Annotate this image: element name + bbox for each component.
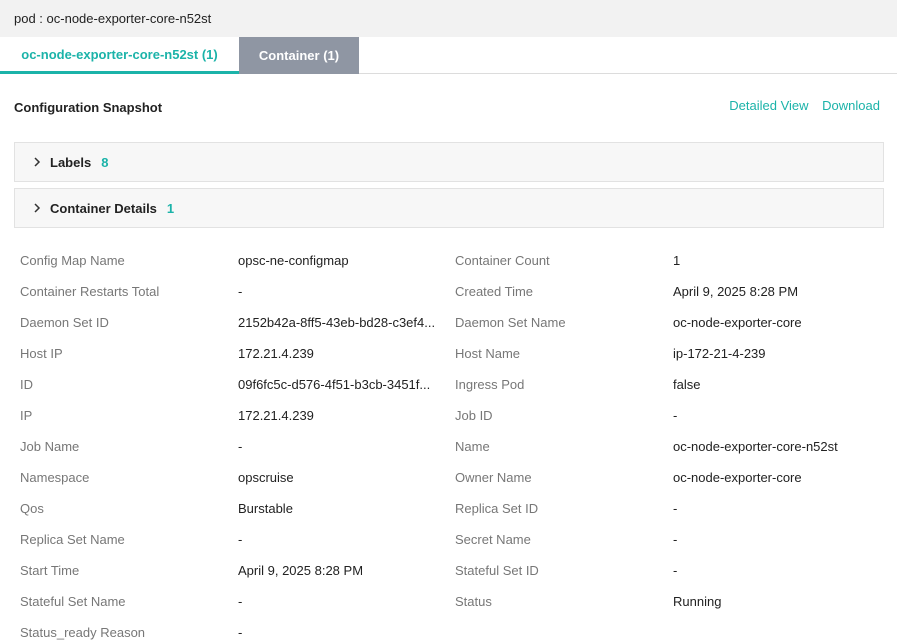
- property-key: ID: [20, 377, 33, 392]
- property-row: Start Time April 9, 2025 8:28 PM Stateful …: [20, 555, 890, 586]
- property-key: Replica Set Name: [20, 532, 125, 547]
- property-key: Host Name: [455, 346, 521, 361]
- property-value: opscruise: [238, 470, 294, 485]
- property-row: Container Restarts Total - Created Time Apr…: [20, 276, 890, 307]
- property-row: IP 172.21.4.239 Job ID -: [20, 400, 890, 431]
- property-value: -: [238, 594, 243, 609]
- property-value: opsc-ne-configmap: [238, 253, 349, 268]
- container-details-section-header[interactable]: Container Details 1: [14, 188, 884, 228]
- tab-bar: oc-node-exporter-core-n52st (1) Containe…: [0, 37, 897, 74]
- property-value: April 9, 2025 8:28 PM: [673, 284, 799, 299]
- property-value: 172.21.4.239: [238, 408, 314, 423]
- property-key: Ingress Pod: [455, 377, 525, 392]
- labels-count-badge: 8: [101, 154, 109, 170]
- property-value: 2152b42a-8ff5-43eb-bd28-c3ef4...: [238, 315, 436, 330]
- chevron-right-icon: [32, 203, 42, 213]
- property-row: Status_ready Reason -: [20, 617, 890, 643]
- property-value: Running: [673, 594, 722, 609]
- property-value: -: [238, 532, 243, 547]
- container-details-count-badge: 1: [166, 200, 175, 216]
- property-key: Created Time: [455, 284, 534, 299]
- property-value: -: [673, 563, 678, 578]
- property-key: Config Map Name: [20, 253, 125, 268]
- property-key: IP: [20, 408, 33, 423]
- property-value: 09f6fc5c-d576-4f51-b3cb-3451f...: [238, 377, 431, 392]
- property-value: Burstable: [238, 501, 293, 516]
- property-row: ID 09f6fc5c-d576-4f51-b3cb-3451f... Ingres…: [20, 369, 890, 400]
- property-value: -: [238, 284, 243, 299]
- property-value: April 9, 2025 8:28 PM: [238, 563, 364, 578]
- property-key: Start Time: [20, 563, 80, 578]
- property-value: oc-node-exporter-core: [673, 470, 802, 485]
- property-value: -: [673, 408, 678, 423]
- property-row: Config Map Name opsc-ne-configmap Containe…: [20, 245, 890, 276]
- property-row: Host IP 172.21.4.239 Host Name ip-172-21-4-…: [20, 338, 890, 369]
- tab-pod[interactable]: oc-node-exporter-core-n52st (1): [0, 37, 239, 74]
- property-value: -: [238, 439, 243, 454]
- property-value: false: [673, 377, 701, 392]
- labels-section-header[interactable]: Labels 8: [14, 142, 884, 182]
- chevron-right-icon: [32, 157, 42, 167]
- property-key: Status: [455, 594, 492, 609]
- property-key: Job Name: [20, 439, 80, 454]
- property-row: Qos Burstable Replica Set ID -: [20, 493, 890, 524]
- property-row: Replica Set Name - Secret Name -: [20, 524, 890, 555]
- property-value: ip-172-21-4-239: [673, 346, 766, 361]
- property-key: Owner Name: [455, 470, 532, 485]
- labels-section-label: Labels: [50, 154, 92, 170]
- property-grid: Config Map Name opsc-ne-configmap Containe…: [20, 245, 890, 643]
- page-title: pod : oc-node-exporter-core-n52st: [14, 11, 212, 26]
- detailed-view-link[interactable]: Detailed View: [729, 98, 808, 113]
- configuration-snapshot-title: Configuration Snapshot: [14, 100, 163, 115]
- property-row: Job Name - Name oc-node-exporter-core-n52st: [20, 431, 890, 462]
- property-key: Name: [455, 439, 490, 454]
- property-value: 172.21.4.239: [238, 346, 314, 361]
- property-key: Container Count: [455, 253, 550, 268]
- property-key: Namespace: [20, 470, 90, 485]
- property-row: Stateful Set Name - Status Running: [20, 586, 890, 617]
- property-value: -: [673, 532, 678, 547]
- property-key: Container Restarts Total: [20, 284, 160, 299]
- property-key: Host IP: [20, 346, 63, 361]
- download-link[interactable]: Download: [822, 98, 880, 113]
- property-key: Replica Set ID: [455, 501, 539, 516]
- property-value: 1: [673, 253, 681, 268]
- tab-container[interactable]: Container (1): [239, 37, 359, 74]
- property-key: Daemon Set ID: [20, 315, 109, 330]
- property-value: oc-node-exporter-core-n52st: [673, 439, 838, 454]
- property-key: Qos: [20, 501, 44, 516]
- property-value: -: [238, 625, 243, 640]
- property-key: Job ID: [455, 408, 493, 423]
- property-row: Daemon Set ID 2152b42a-8ff5-43eb-bd28-c3e…: [20, 307, 890, 338]
- property-row: Namespace opscruise Owner Name oc-node-expo…: [20, 462, 890, 493]
- top-bar: pod : oc-node-exporter-core-n52st: [0, 0, 897, 37]
- property-value: oc-node-exporter-core: [673, 315, 802, 330]
- property-key: Stateful Set ID: [455, 563, 539, 578]
- property-key: Stateful Set Name: [20, 594, 126, 609]
- snapshot-actions: Detailed View Download: [719, 98, 880, 113]
- property-value: -: [673, 501, 678, 516]
- property-key: Secret Name: [455, 532, 531, 547]
- property-key: Status_ready Reason: [20, 625, 146, 640]
- property-key: Daemon Set Name: [455, 315, 566, 330]
- container-details-section-label: Container Details: [50, 200, 157, 216]
